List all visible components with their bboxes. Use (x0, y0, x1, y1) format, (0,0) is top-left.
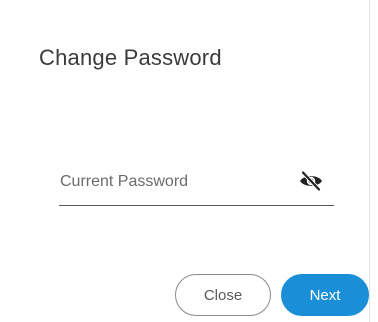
current-password-field (59, 160, 334, 206)
close-button[interactable]: Close (175, 274, 271, 316)
dialog-title: Change Password (39, 45, 222, 70)
close-button-label: Close (203, 286, 243, 304)
current-password-input[interactable] (59, 168, 285, 196)
change-password-dialog: Change Password Close Next (0, 0, 370, 322)
next-button[interactable]: Next (281, 274, 369, 316)
eye-slash-icon[interactable] (297, 169, 325, 193)
next-button-label: Next (309, 286, 341, 304)
